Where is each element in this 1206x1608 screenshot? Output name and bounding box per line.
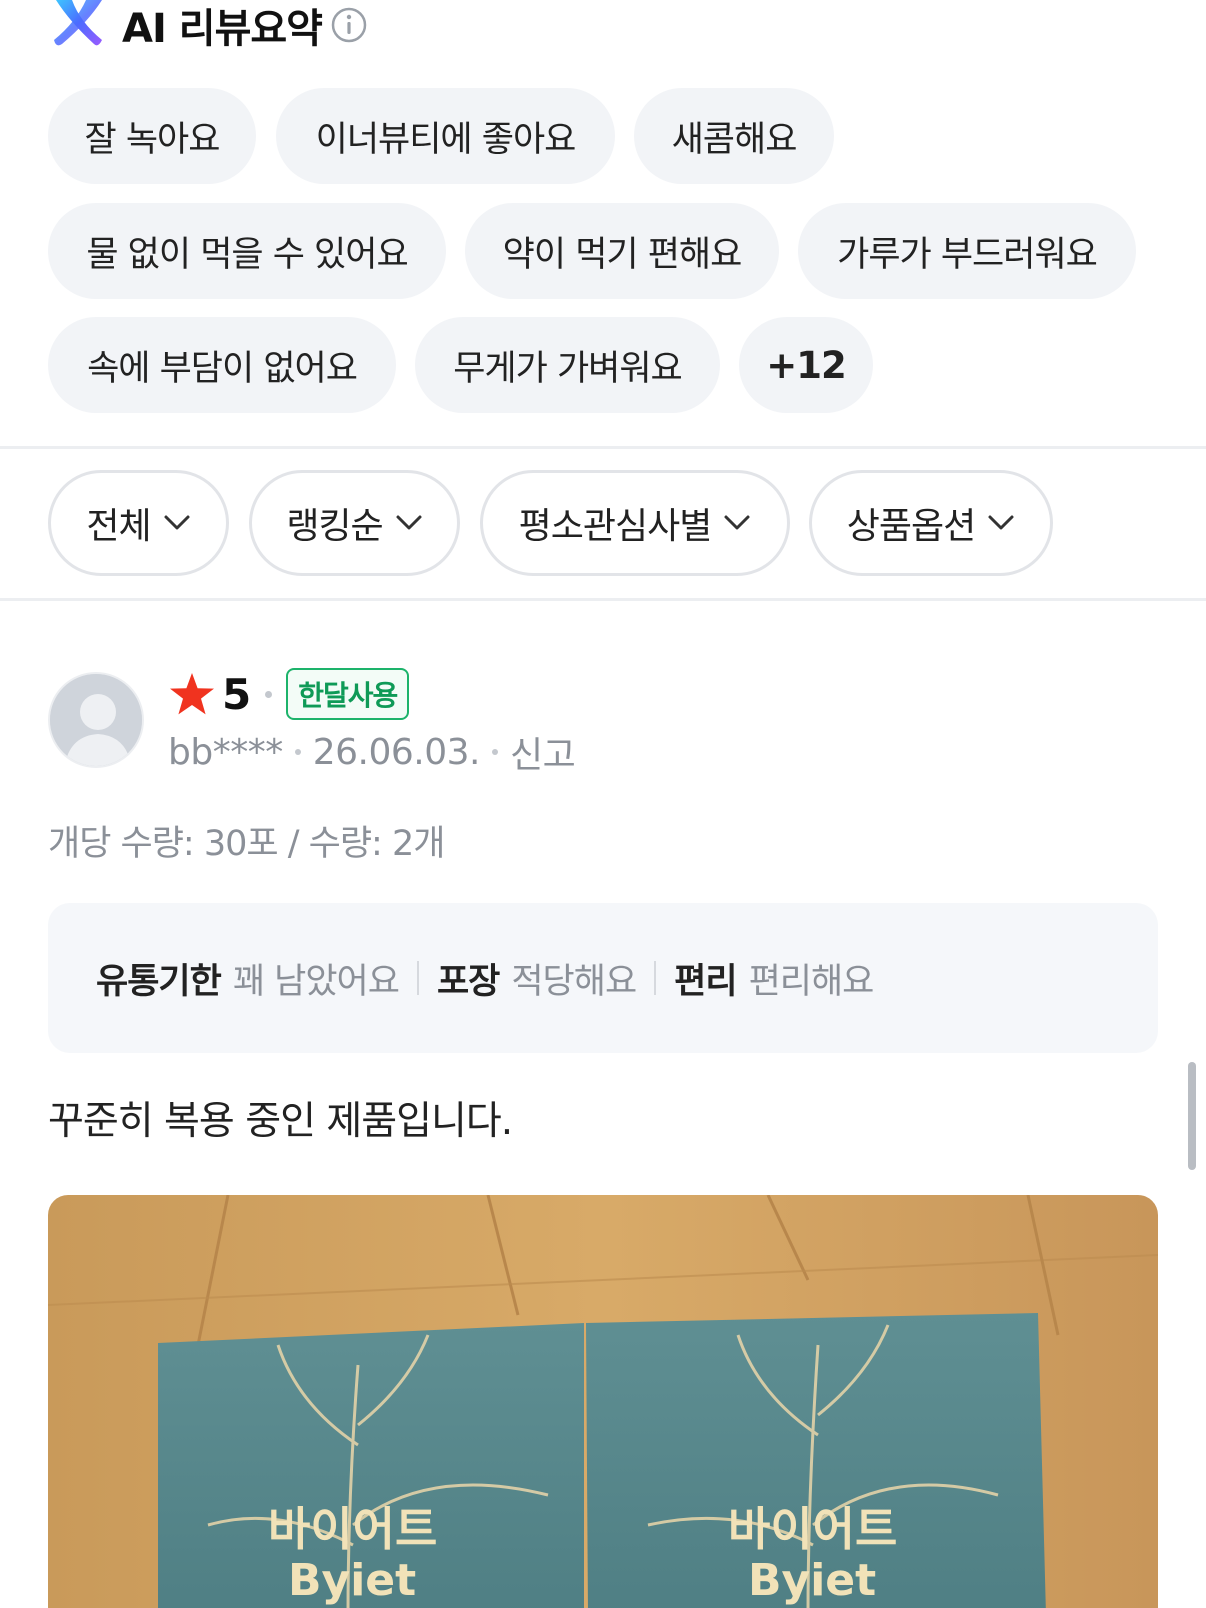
eval-value-convenience: 편리해요 [748,961,875,1002]
keyword-chip[interactable]: 새콤해요 [634,88,834,184]
review-meta: bb**** 26.06.03. 신고 [168,730,576,777]
product-photo-image: 바이어트 Byiet 바이어트 Byiet [48,1195,1158,1608]
evaluation-summary: 유통기한 꽤 남았어요 포장 적당해요 편리 편리해요 [48,903,1158,1053]
reviewer-id[interactable]: bb**** [168,732,283,773]
eval-key-convenience: 편리 [674,961,737,1002]
chevron-down-icon [164,515,190,530]
right-box-name-en: Byiet [748,1555,876,1606]
info-icon[interactable] [330,6,368,44]
filter-interest-dropdown[interactable]: 평소관심사별 [480,470,790,576]
filter-option-dropdown[interactable]: 상품옵션 [809,470,1053,576]
rating-row: 5 한달사용 [168,668,410,720]
right-box-name-ko: 바이어트 [728,1502,897,1556]
eval-key-packaging: 포장 [436,961,500,1002]
more-keywords-button[interactable]: +12 [739,317,873,413]
keyword-chip[interactable]: 잘 녹아요 [48,88,256,184]
star-icon [170,673,214,715]
keyword-chip[interactable]: 무게가 가벼워요 [415,317,720,413]
avatar[interactable] [48,672,144,768]
ai-logo-icon [54,0,102,46]
review-date: 26.06.03. [312,731,481,773]
divider [654,961,657,995]
ai-summary-title: AI 리뷰요약 [122,6,323,52]
eval-key-expiry: 유통기한 [96,961,222,1002]
keyword-chip[interactable]: 물 없이 먹을 수 있어요 [48,203,446,299]
review-body: 꾸준히 복용 중인 제품입니다. [48,1099,513,1144]
chevron-down-icon [724,515,750,530]
default-user-icon [50,674,142,766]
filter-ranking-dropdown[interactable]: 랭킹순 [249,470,460,576]
separator-dot [294,749,301,755]
keyword-chip[interactable]: 이너뷰티에 좋아요 [276,88,615,184]
left-box-name-en: Byiet [288,1555,416,1606]
eval-value-expiry: 꽤 남았어요 [232,961,400,1002]
keyword-chip[interactable]: 약이 먹기 편해요 [465,203,779,299]
rating-value: 5 [222,669,252,719]
chevron-down-icon [988,515,1014,530]
keyword-chip[interactable]: 속에 부담이 없어요 [48,317,396,413]
review-photo[interactable]: 바이어트 Byiet 바이어트 Byiet [48,1195,1158,1608]
separator-dot [491,749,498,755]
chevron-down-icon [396,515,422,530]
purchased-option: 개당 수량: 30포 / 수량: 2개 [48,824,445,864]
usage-period-badge: 한달사용 [286,668,410,720]
left-box-name-ko: 바이어트 [268,1502,437,1556]
keyword-chip[interactable]: 가루가 부드러워요 [798,203,1136,299]
separator-dot [265,690,273,698]
scrollbar[interactable] [1188,1062,1196,1170]
divider [416,961,419,995]
filter-all-dropdown[interactable]: 전체 [48,470,229,576]
ai-summary-header: AI 리뷰요약 [50,0,368,52]
report-link[interactable]: 신고 [510,726,576,778]
eval-value-packaging: 적당해요 [511,961,637,1002]
section-divider [0,598,1206,601]
section-divider [0,446,1206,449]
